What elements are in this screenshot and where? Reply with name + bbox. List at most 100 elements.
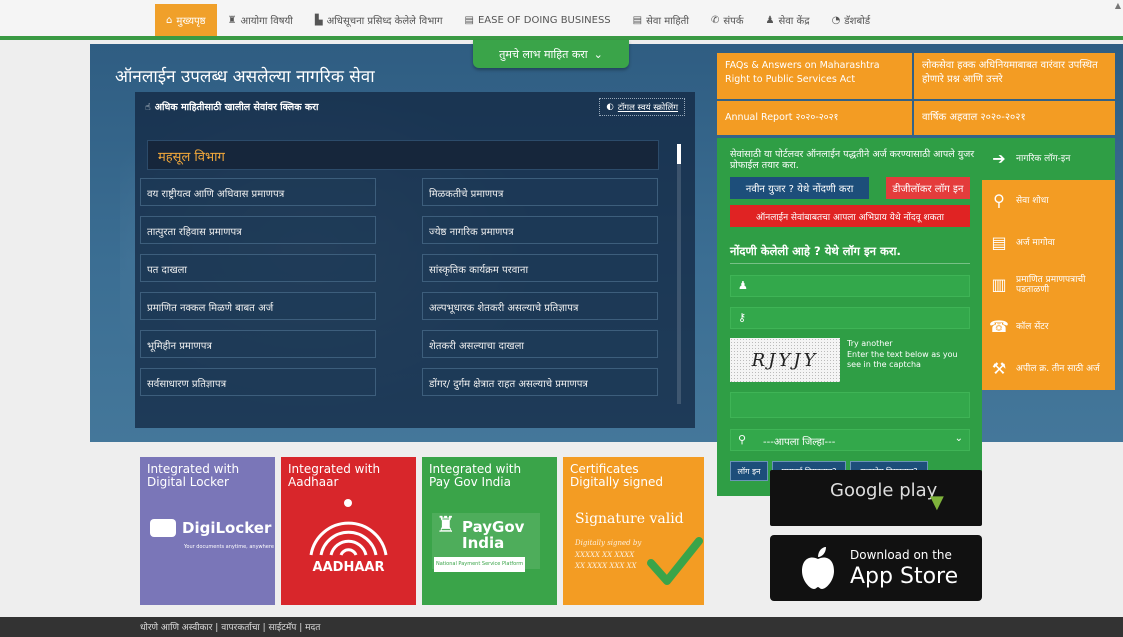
captcha-hint: Enter the text below as you see in the c… <box>847 350 958 369</box>
google-play-label: Google play <box>830 480 938 501</box>
faq-marathi-link[interactable]: लोकसेवा हक्क अधिनियमाबाबत वारंवार उपस्थि… <box>914 53 1115 99</box>
aadhaar-tile[interactable]: Integrated with Aadhaar AADHAAR <box>281 457 416 605</box>
service-item[interactable]: मिळकतीचे प्रमाणपत्र <box>422 178 658 206</box>
app-store-big-label: App Store <box>850 564 959 589</box>
nav-service-info[interactable]: ▤ सेवा माहिती <box>622 4 700 36</box>
quick-link-label: कॉल सेंटर <box>1016 322 1049 332</box>
quick-link-search-service[interactable]: ⚲ सेवा शोधा <box>982 180 1115 222</box>
quick-link-appeal[interactable]: ⚒ अपील क्र. तीन साठी अर्ज <box>982 348 1115 390</box>
quick-link-label: अर्ज मागोवा <box>1016 238 1055 248</box>
digilocker-logo: DigiLocker <box>150 519 271 537</box>
tile-line2: Pay Gov India <box>429 475 511 489</box>
register-intro: सेवांसाठी या पोर्टलवर ऑनलाईन पद्धतीने अर… <box>730 149 975 171</box>
folder-icon <box>150 519 176 537</box>
feedback-button[interactable]: ऑनलाईन सेवांबाबतचा आपला अभिप्राय येथे नो… <box>730 205 970 227</box>
tile-line2: Digital Locker <box>147 475 229 489</box>
digilocker-brand: DigiLocker <box>182 518 272 537</box>
login-panel: सेवांसाठी या पोर्टलवर ऑनलाईन पद्धतीने अर… <box>717 138 982 496</box>
nav-about[interactable]: ♜ आयोगा विषयी <box>217 4 304 36</box>
department-header[interactable]: महसूल विभाग <box>147 140 659 170</box>
chevron-down-icon: ⌄ <box>593 47 603 61</box>
nav-notified-departments[interactable]: ▙ अधिसूचना प्रसिध्द केलेले विभाग <box>304 4 454 36</box>
checkmark-icon <box>647 537 703 585</box>
google-play-badge[interactable]: Google play ▼ <box>770 470 982 526</box>
digilocker-tile[interactable]: Integrated with Digital Locker DigiLocke… <box>140 457 275 605</box>
paygov-tile[interactable]: Integrated with Pay Gov India ♜ PayGov I… <box>422 457 557 605</box>
digilocker-login-button[interactable]: डीजीलॉकर लॉग इन <box>886 177 970 199</box>
signer-line2: XX XXXX XXX XX <box>575 562 637 570</box>
password-field[interactable]: ⚷ <box>730 307 970 329</box>
briefcase-icon: ▤ <box>464 14 474 26</box>
service-item[interactable]: तात्पुरता रहिवास प्रमाणपत्र <box>140 216 376 244</box>
nav-dashboard-label: डॅशबोर्ड <box>844 16 871 27</box>
faq-link[interactable]: FAQs & Answers on Maharashtra Right to P… <box>717 53 912 99</box>
quick-link-call-center[interactable]: ☎ कॉल सेंटर <box>982 306 1115 348</box>
emblem-icon: ♜ <box>227 14 237 26</box>
phone-icon: ☎ <box>989 317 1009 336</box>
toggle-icon: ◐ <box>606 102 614 112</box>
nav-service-center[interactable]: ♟ सेवा केंद्र <box>755 4 821 36</box>
username-field[interactable]: ♟ <box>730 275 970 297</box>
nav-ease-of-business[interactable]: ▤ EASE OF DOING BUSINESS <box>454 4 622 36</box>
paygov-logo: ♜ PayGov India National Payment Service … <box>432 513 540 572</box>
signin-icon: ➔ <box>992 149 1006 168</box>
department-label: महसूल विभाग <box>158 150 225 165</box>
nav-notified-label: अधिसूचना प्रसिध्द केलेले विभाग <box>326 16 443 27</box>
know-your-benefits-button[interactable]: तुमचे लाभ माहित करा ⌄ <box>473 40 629 68</box>
service-item[interactable]: वय राष्ट्रीयत्व आणि अधिवास प्रमाणपत्र <box>140 178 376 206</box>
nav-service-center-label: सेवा केंद्र <box>778 16 810 27</box>
captcha-input[interactable] <box>730 392 970 418</box>
quick-link-track-application[interactable]: ▤ अर्ज मागोवा <box>982 222 1115 264</box>
android-icon: ▼ <box>930 492 944 513</box>
quick-link-citizen-login[interactable]: ➔ नागरिक लॉग-इन <box>982 138 1115 180</box>
tile-line2: Aadhaar <box>288 475 339 489</box>
gavel-icon: ⚒ <box>991 359 1007 378</box>
digital-signature-tile[interactable]: Certificates Digitally signed Signature … <box>563 457 704 605</box>
services-panel: ☝ अधिक माहितीसाठी खालील सेवांवर क्लिक करा… <box>135 92 695 428</box>
service-item[interactable]: सर्वसाधारण प्रतिज्ञापत्र <box>140 368 376 396</box>
scroll-up-arrow[interactable]: ▲ <box>1113 0 1123 40</box>
nav-ease-label: EASE OF DOING BUSINESS <box>477 14 611 26</box>
annual-report-link[interactable]: Annual Report २०२०-२०२१ <box>717 101 912 135</box>
people-icon: ♟ <box>765 14 775 26</box>
app-store-badge[interactable]: Download on the App Store <box>770 535 982 601</box>
quick-links: ➔ नागरिक लॉग-इन ⚲ सेवा शोधा ▤ अर्ज मागोवा ▥… <box>982 138 1115 390</box>
district-select[interactable]: ⚲ ---आपला जिल्हा--- ⌄ <box>730 429 970 451</box>
service-item[interactable]: अल्पभूधारक शेतकरी असल्याचे प्रतिज्ञापत्र <box>422 292 658 320</box>
nav-dashboard[interactable]: ◔ डॅशबोर्ड <box>821 4 882 36</box>
quick-link-label: नागरिक लॉग-इन <box>1016 154 1071 164</box>
hand-pointer-icon: ☝ <box>145 102 151 113</box>
nav-contact[interactable]: ✆ संपर्क <box>700 4 755 36</box>
know-benefits-label: तुमचे लाभ माहित करा <box>499 47 588 61</box>
service-item[interactable]: डोंगर/ दुर्गम क्षेत्रात राहत असल्याचे प्… <box>422 368 658 396</box>
digilocker-tagline: Your documents anytime, anywhere <box>184 544 274 550</box>
app-store-small-label: Download on the <box>850 548 952 562</box>
services-scroll-track[interactable] <box>677 144 681 404</box>
login-button[interactable]: लॉग इन <box>730 461 768 481</box>
quick-link-label: अपील क्र. तीन साठी अर्ज <box>1016 364 1100 374</box>
nav-home[interactable]: ⌂ मुख्यपृष्ठ <box>155 4 217 36</box>
nav-service-info-label: सेवा माहिती <box>646 16 689 27</box>
service-item[interactable]: ज्येष्ठ नागरिक प्रमाणपत्र <box>422 216 658 244</box>
services-scrollbar-thumb[interactable] <box>677 144 681 164</box>
phone-icon: ✆ <box>710 14 720 26</box>
service-item[interactable]: प्रमाणित नक्कल मिळणे बाबत अर्ज <box>140 292 376 320</box>
annual-report-marathi-link[interactable]: वार्षिक अहवाल २०२०-२०२१ <box>914 101 1115 135</box>
quick-link-label: प्रमाणित प्रमाणपत्राची पडताळणी <box>1016 275 1086 295</box>
toggle-autoscroll-button[interactable]: ◐ टॉगल स्वयं स्क्रोलिंग <box>599 98 685 116</box>
service-item[interactable]: सांस्कृतिक कार्यक्रम परवाना <box>422 254 658 282</box>
quick-link-verify-certificate[interactable]: ▥ प्रमाणित प्रमाणपत्राची पडताळणी <box>982 264 1115 306</box>
service-item[interactable]: पत दाखला <box>140 254 376 282</box>
nav-contact-label: संपर्क <box>723 16 744 27</box>
try-another-captcha-link[interactable]: Try another <box>847 339 893 349</box>
service-item[interactable]: भूमिहीन प्रमाणपत्र <box>140 330 376 358</box>
key-icon: ⚷ <box>738 311 747 324</box>
tile-line2: Digitally signed <box>570 475 663 489</box>
footer: धोरणे आणि अस्वीकार | वापरकर्ताचा | साईटम… <box>0 617 1123 637</box>
divider <box>730 263 970 264</box>
login-title: नोंदणी केलेली आहे ? येथे लॉग इन करा. <box>730 244 901 258</box>
new-user-register-button[interactable]: नवीन युजर ? येथे नोंदणी करा <box>730 177 869 199</box>
signature-valid-label: Signature valid <box>575 511 684 527</box>
service-item[interactable]: शेतकरी असल्याचा दाखला <box>422 330 658 358</box>
services-panel-heading: ☝ अधिक माहितीसाठी खालील सेवांवर क्लिक करा <box>145 100 319 113</box>
